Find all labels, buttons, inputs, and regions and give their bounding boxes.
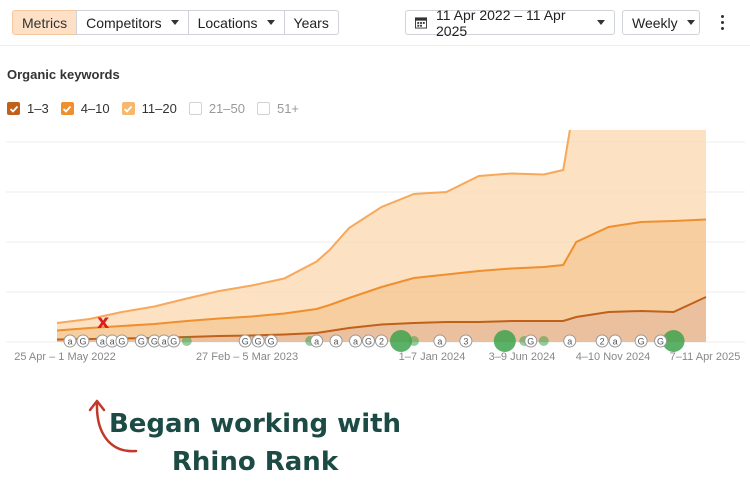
event-marker-label: G [138,337,145,347]
event-marker-label: a [110,337,115,347]
toolbar-divider [0,45,750,46]
more-options-icon[interactable] [716,13,730,31]
x-tick-label: 3–9 Jun 2024 [489,351,556,363]
chevron-down-icon [597,20,605,25]
legend-item-1-3[interactable]: 1–3 [7,101,49,116]
annotation-line-1: Began working with [108,409,402,439]
legend-label: 21–50 [208,101,245,116]
event-marker-label: a [162,337,167,347]
legend-label: 4–10 [80,101,110,116]
event-marker-label: a [353,337,358,347]
event-marker-label: G [527,337,534,347]
event-marker-label: G [365,337,372,347]
annotation-line-2: Rhino Rank [171,447,339,477]
event-marker-label: 3 [463,337,468,347]
update-event-marker [389,330,412,352]
checkbox-checked-icon [60,102,74,115]
checkbox-unchecked-icon [188,102,202,115]
event-marker-label: a [314,337,319,347]
metrics-toolbar: Metrics Competitors Locations Years [12,10,339,35]
interval-label: Weekly [632,14,678,31]
organic-keywords-chart: a Ga a G G Ga G G G Ga a a G 2 a 3 Ga 2 a G G25 Apr – 1 May … [6,130,745,363]
tab-metrics[interactable]: Metrics [12,10,78,35]
update-event-marker [493,330,516,352]
calendar-icon [415,17,428,29]
x-tick-label: 1–7 Jan 2024 [399,351,466,363]
tab-years[interactable]: Years [283,10,339,35]
event-marker-label: G [638,337,645,347]
interval-select[interactable]: Weekly [622,10,700,35]
event-marker-label: G [118,337,125,347]
x-tick-label: 27 Feb – 5 Mar 2023 [196,351,298,363]
tab-competitors-label: Competitors [86,14,162,31]
chevron-down-icon [170,20,179,25]
event-marker-label: a [567,337,572,347]
event-marker-label: 2 [600,337,605,347]
tab-locations[interactable]: Locations [187,10,285,35]
annotation-text: Began working with Rhino Rank [100,405,410,481]
x-tick-label: 4–10 Nov 2024 [576,351,651,363]
legend-label: 11–20 [141,101,177,116]
legend-item-21-50[interactable]: 21–50 [188,101,245,116]
event-marker-label: G [151,337,158,347]
update-event-marker [408,336,419,346]
legend: 1–3 4–10 11–20 21–50 51+ [7,101,311,116]
tab-locations-label: Locations [197,14,258,31]
update-event-marker [181,336,192,346]
event-marker-label: G [657,337,664,347]
checkbox-checked-icon [7,102,20,115]
legend-item-4-10[interactable]: 4–10 [60,101,110,116]
event-marker-label: G [242,337,249,347]
chevron-down-icon [266,20,275,25]
event-marker-label: a [67,337,72,347]
checkbox-checked-icon [121,102,135,115]
legend-label: 51+ [276,101,300,116]
event-marker-label: a [437,337,442,347]
chevron-down-icon [686,20,695,25]
event-marker-label: a [334,337,339,347]
checkbox-unchecked-icon [256,102,270,115]
event-marker-label: G [255,337,262,347]
x-tick-label: 7–11 Apr 2025 [670,351,741,363]
tab-years-label: Years [293,14,329,31]
event-marker-label: G [79,337,86,347]
legend-item-11-20[interactable]: 11–20 [121,101,177,116]
date-range-picker[interactable]: 11 Apr 2022 – 11 Apr 2025 [405,7,615,39]
legend-label: 1–3 [27,101,49,116]
tab-competitors[interactable]: Competitors [76,10,189,35]
tab-metrics-label: Metrics [22,14,68,31]
event-marker-label: a [613,337,618,347]
event-marker-label: G [170,337,177,347]
x-tick-label: 25 Apr – 1 May 2022 [14,351,116,363]
update-event-marker [538,336,549,346]
legend-item-51-plus[interactable]: 51+ [256,101,300,116]
start-marker-x: x [97,311,110,333]
event-marker-label: a [100,337,105,347]
event-marker-label: G [268,337,275,347]
section-title: Organic keywords [7,67,120,82]
event-marker-label: 2 [379,337,384,347]
date-range-label: 11 Apr 2022 – 11 Apr 2025 [436,6,566,39]
